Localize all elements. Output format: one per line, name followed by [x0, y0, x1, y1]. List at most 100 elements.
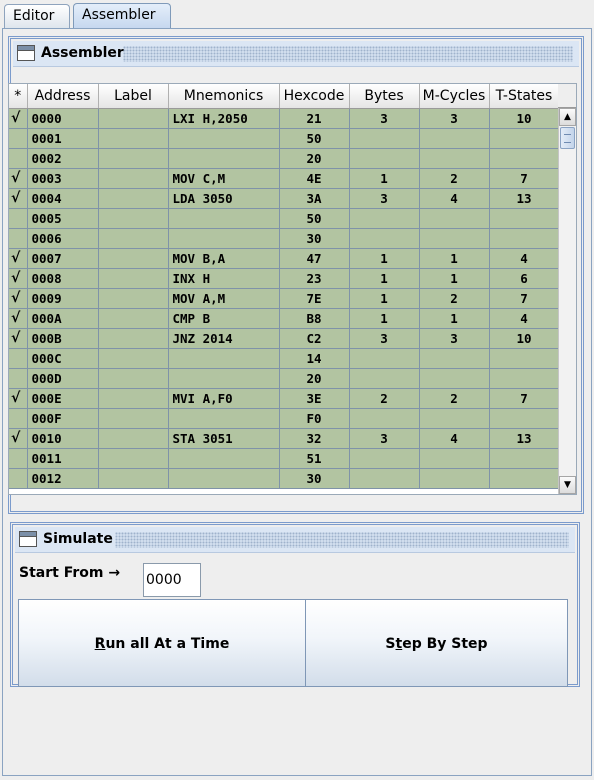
address-cell[interactable]: 000A — [27, 308, 99, 329]
m-cycles-cell[interactable] — [419, 348, 490, 369]
m-cycles-cell[interactable]: 1 — [419, 308, 490, 329]
hexcode-cell[interactable]: 50 — [279, 208, 350, 229]
label-cell[interactable] — [98, 268, 169, 289]
label-cell[interactable] — [98, 148, 169, 169]
row-check-cell[interactable] — [9, 148, 28, 169]
start-from-input[interactable]: 0000 — [143, 563, 201, 597]
bytes-cell[interactable]: 3 — [349, 428, 420, 449]
bytes-cell[interactable]: 3 — [349, 188, 420, 209]
hexcode-cell[interactable]: 50 — [279, 128, 350, 149]
address-cell[interactable]: 0001 — [27, 128, 99, 149]
step-by-step-button[interactable]: Step By Step — [305, 599, 568, 687]
bytes-cell[interactable]: 1 — [349, 268, 420, 289]
bytes-cell[interactable]: 1 — [349, 288, 420, 309]
hexcode-cell[interactable]: 32 — [279, 428, 350, 449]
bytes-cell[interactable] — [349, 148, 420, 169]
m-cycles-cell[interactable]: 1 — [419, 248, 490, 269]
m-cycles-cell[interactable] — [419, 448, 490, 469]
t-states-cell[interactable] — [489, 368, 560, 389]
bytes-cell[interactable]: 1 — [349, 248, 420, 269]
t-states-cell[interactable] — [489, 148, 560, 169]
t-states-cell[interactable]: 10 — [489, 328, 560, 349]
t-states-cell[interactable]: 13 — [489, 428, 560, 449]
row-check-cell[interactable]: √ — [9, 428, 28, 449]
mnemonic-cell[interactable] — [168, 208, 280, 229]
hexcode-cell[interactable]: 30 — [279, 228, 350, 249]
label-cell[interactable] — [98, 168, 169, 189]
table-row[interactable]: 0002 20 — [9, 148, 560, 169]
hexcode-cell[interactable]: 14 — [279, 348, 350, 369]
m-cycles-cell[interactable]: 2 — [419, 388, 490, 409]
address-cell[interactable]: 000C — [27, 348, 99, 369]
table-row[interactable]: 000F F0 — [9, 408, 560, 429]
bytes-cell[interactable] — [349, 348, 420, 369]
row-check-cell[interactable]: √ — [9, 268, 28, 289]
table-row[interactable]: 0006 30 — [9, 228, 560, 249]
t-states-cell[interactable]: 7 — [489, 388, 560, 409]
column-header-mnemonics[interactable]: Mnemonics — [168, 84, 280, 109]
bytes-cell[interactable] — [349, 208, 420, 229]
table-row[interactable]: √ 000B JNZ 2014 C2 3 3 10 — [9, 328, 560, 349]
column-header-label[interactable]: Label — [98, 84, 169, 109]
table-row[interactable]: 0011 51 — [9, 448, 560, 469]
address-cell[interactable]: 000D — [27, 368, 99, 389]
scroll-down-arrow-icon[interactable]: ▼ — [559, 476, 576, 494]
hexcode-cell[interactable]: 3A — [279, 188, 350, 209]
table-row[interactable]: √ 0003 MOV C,M 4E 1 2 7 — [9, 168, 560, 189]
t-states-cell[interactable] — [489, 408, 560, 429]
tab-assembler[interactable]: Assembler — [73, 3, 171, 30]
table-row[interactable]: √ 000E MVI A,F0 3E 2 2 7 — [9, 388, 560, 409]
hexcode-cell[interactable]: 20 — [279, 148, 350, 169]
row-check-cell[interactable] — [9, 468, 28, 489]
table-row[interactable]: 0005 50 — [9, 208, 560, 229]
label-cell[interactable] — [98, 468, 169, 489]
m-cycles-cell[interactable]: 2 — [419, 168, 490, 189]
address-cell[interactable]: 0006 — [27, 228, 99, 249]
column-header-t-states[interactable]: T-States — [489, 84, 560, 109]
mnemonic-cell[interactable] — [168, 128, 280, 149]
m-cycles-cell[interactable] — [419, 408, 490, 429]
label-cell[interactable] — [98, 388, 169, 409]
table-row[interactable]: 000C 14 — [9, 348, 560, 369]
mnemonic-cell[interactable] — [168, 468, 280, 489]
simulate-titlebar[interactable]: Simulate — [15, 527, 575, 553]
hexcode-cell[interactable]: C2 — [279, 328, 350, 349]
row-check-cell[interactable]: √ — [9, 328, 28, 349]
bytes-cell[interactable]: 1 — [349, 168, 420, 189]
bytes-cell[interactable] — [349, 448, 420, 469]
m-cycles-cell[interactable]: 3 — [419, 108, 490, 129]
row-check-cell[interactable] — [9, 128, 28, 149]
label-cell[interactable] — [98, 408, 169, 429]
mnemonic-cell[interactable] — [168, 448, 280, 469]
table-row[interactable]: 0001 50 — [9, 128, 560, 149]
t-states-cell[interactable] — [489, 128, 560, 149]
column-header-hexcode[interactable]: Hexcode — [279, 84, 350, 109]
bytes-cell[interactable] — [349, 408, 420, 429]
mnemonic-cell[interactable] — [168, 148, 280, 169]
m-cycles-cell[interactable] — [419, 468, 490, 489]
row-check-cell[interactable]: √ — [9, 248, 28, 269]
mnemonic-cell[interactable]: CMP B — [168, 308, 280, 329]
bytes-cell[interactable]: 1 — [349, 308, 420, 329]
mnemonic-cell[interactable]: JNZ 2014 — [168, 328, 280, 349]
address-cell[interactable]: 0008 — [27, 268, 99, 289]
bytes-cell[interactable] — [349, 128, 420, 149]
t-states-cell[interactable]: 13 — [489, 188, 560, 209]
column-header-bytes[interactable]: Bytes — [349, 84, 420, 109]
bytes-cell[interactable]: 3 — [349, 328, 420, 349]
label-cell[interactable] — [98, 348, 169, 369]
mnemonic-cell[interactable] — [168, 228, 280, 249]
label-cell[interactable] — [98, 208, 169, 229]
address-cell[interactable]: 0009 — [27, 288, 99, 309]
hexcode-cell[interactable]: 21 — [279, 108, 350, 129]
address-cell[interactable]: 0005 — [27, 208, 99, 229]
address-cell[interactable]: 0003 — [27, 168, 99, 189]
label-cell[interactable] — [98, 188, 169, 209]
label-cell[interactable] — [98, 108, 169, 129]
hexcode-cell[interactable]: 3E — [279, 388, 350, 409]
row-check-cell[interactable]: √ — [9, 388, 28, 409]
table-row[interactable]: √ 0000 LXI H,2050 21 3 3 10 — [9, 108, 560, 129]
table-row[interactable]: √ 0007 MOV B,A 47 1 1 4 — [9, 248, 560, 269]
bytes-cell[interactable]: 2 — [349, 388, 420, 409]
address-cell[interactable]: 000F — [27, 408, 99, 429]
